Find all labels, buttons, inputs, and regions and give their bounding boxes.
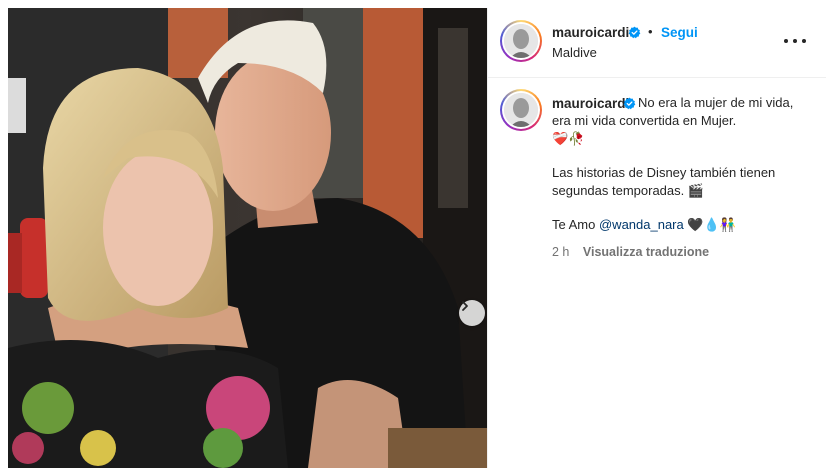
- author-username[interactable]: mauroicardi: [552, 25, 629, 40]
- translate-link[interactable]: Visualizza traduzione: [583, 245, 709, 259]
- post-time[interactable]: 2 h: [552, 245, 569, 259]
- avatar-image: [504, 24, 538, 58]
- caption-line-3-prefix: Te Amo: [552, 217, 596, 232]
- instagram-post-modal: mauroicardi • Segui Maldive mauroicardi: [0, 0, 832, 468]
- post-photo[interactable]: [8, 8, 487, 468]
- caption-line-3-suffix: 🖤💧👫: [687, 217, 736, 232]
- more-options-icon[interactable]: [784, 34, 806, 48]
- post-side-panel: mauroicardi • Segui Maldive mauroicardi: [487, 8, 826, 468]
- caption-emoji: ❤️‍🩹🥀: [552, 131, 585, 146]
- mention-link[interactable]: @wanda_nara: [599, 217, 684, 232]
- post-photo-image: [8, 8, 487, 468]
- chevron-right-icon: [462, 301, 468, 311]
- avatar-image: [504, 93, 538, 127]
- caption-line-3: Te Amo @wanda_nara 🖤💧👫: [552, 216, 814, 234]
- post-location[interactable]: Maldive: [552, 45, 597, 60]
- verified-badge-icon: [628, 26, 641, 39]
- caption-meta: 2 h Visualizza traduzione: [552, 245, 709, 259]
- author-avatar[interactable]: [500, 20, 542, 62]
- post-header: mauroicardi • Segui Maldive: [488, 8, 826, 78]
- caption-line-1: No era la mujer de mi vida, era mi vida …: [552, 95, 794, 128]
- caption-author-avatar[interactable]: [500, 89, 542, 131]
- next-photo-button[interactable]: [459, 300, 485, 326]
- header-separator: •: [648, 24, 653, 39]
- post-caption: No era la mujer de mi vida, era mi vida …: [552, 94, 814, 234]
- follow-button[interactable]: Segui: [661, 25, 698, 40]
- caption-line-2: Las historias de Disney también tienen s…: [552, 165, 776, 198]
